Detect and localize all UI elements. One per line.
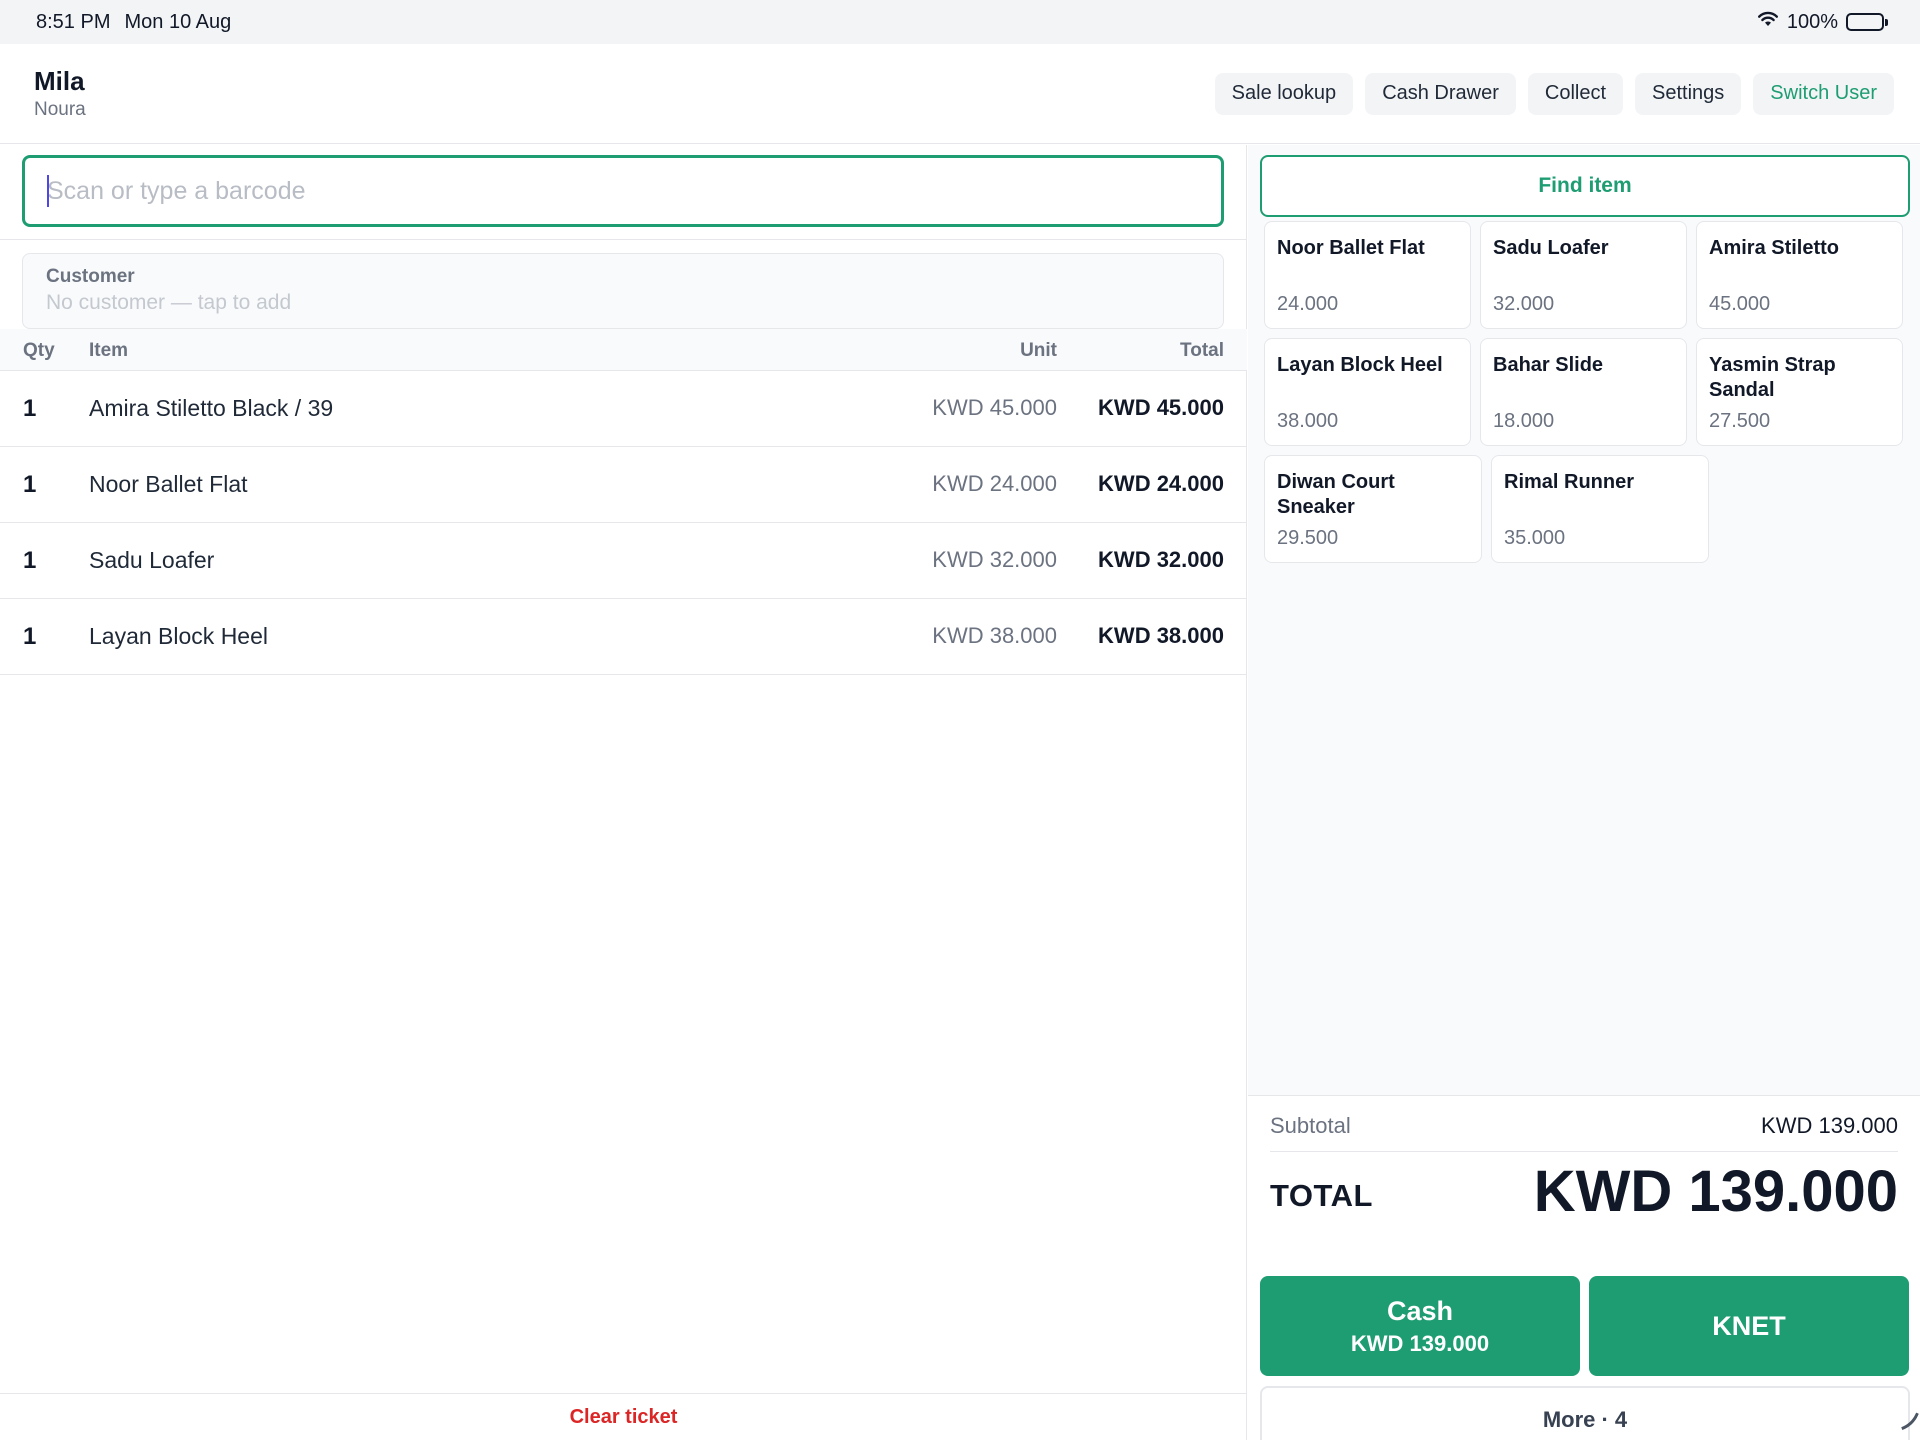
column-qty: Qty [23, 340, 55, 361]
column-unit: Unit [1020, 340, 1057, 361]
customer-value: No customer — tap to add [46, 291, 292, 314]
header-actions: Sale lookup Cash Drawer Collect Settings… [1214, 72, 1894, 115]
row-total: KWD 38.000 [1098, 623, 1224, 648]
table-row[interactable]: 1 Noor Ballet Flat KWD 24.000 KWD 24.000 [0, 447, 1247, 523]
product-tile-layan-block-heel[interactable]: Layan Block Heel 38.000 [1264, 338, 1471, 446]
product-tile-noor-ballet-flat[interactable]: Noor Ballet Flat 24.000 [1264, 221, 1471, 329]
product-tile-bahar-slide[interactable]: Bahar Slide 18.000 [1480, 338, 1687, 446]
row-qty: 1 [23, 547, 37, 574]
tile-price: 27.500 [1709, 410, 1771, 432]
collect-button[interactable]: Collect [1527, 72, 1624, 115]
ticket-panel: Customer No customer — tap to add Qty It… [0, 145, 1247, 1440]
row-qty: 1 [23, 471, 37, 498]
row-total: KWD 45.000 [1098, 395, 1224, 420]
subtotal-label: Subtotal [1270, 1113, 1351, 1138]
table-row[interactable]: 1 Layan Block Heel KWD 38.000 KWD 38.000 [0, 599, 1247, 675]
app-header: Mila Noura Sale lookup Cash Drawer Colle… [0, 44, 1920, 144]
subtotal-value: KWD 139.000 [1761, 1113, 1898, 1138]
product-tile-amira-stiletto[interactable]: Amira Stiletto 45.000 [1696, 221, 1903, 329]
tile-name: Diwan Court Sneaker [1277, 471, 1395, 518]
row-unit-price: KWD 32.000 [932, 547, 1057, 572]
battery-icon [1846, 13, 1888, 31]
switch-user-button[interactable]: Switch User [1753, 72, 1894, 115]
tile-name: Amira Stiletto [1709, 237, 1840, 259]
settings-button[interactable]: Settings [1635, 72, 1742, 115]
tile-name: Layan Block Heel [1277, 354, 1443, 376]
tile-name: Sadu Loafer [1493, 237, 1609, 259]
status-time: 8:51 PM [36, 10, 111, 33]
row-qty: 1 [23, 395, 37, 422]
ticket-rows: 1 Amira Stiletto Black / 39 KWD 45.000 K… [0, 371, 1247, 675]
tile-name: Yasmin Strap Sandal [1709, 354, 1836, 401]
subtotal-row: Subtotal KWD 139.000 [1270, 1110, 1898, 1152]
wifi-icon [1757, 10, 1779, 34]
tile-price: 35.000 [1504, 527, 1566, 549]
user-name: Mila [34, 66, 85, 96]
table-row[interactable]: 1 Sadu Loafer KWD 32.000 KWD 32.000 [0, 523, 1247, 599]
customer-field[interactable]: Customer No customer — tap to add [22, 253, 1224, 329]
product-tile-sadu-loafer[interactable]: Sadu Loafer 32.000 [1480, 221, 1687, 329]
row-unit-price: KWD 45.000 [932, 395, 1057, 420]
tile-name: Rimal Runner [1504, 471, 1635, 493]
tile-price: 24.000 [1277, 293, 1339, 315]
row-qty: 1 [23, 623, 37, 650]
ticket-table-header: Qty Item Unit Total [0, 329, 1247, 371]
tile-price: 18.000 [1493, 410, 1555, 432]
tile-price: 32.000 [1493, 293, 1555, 315]
table-row[interactable]: 1 Amira Stiletto Black / 39 KWD 45.000 K… [0, 371, 1247, 447]
text-caret [47, 175, 49, 207]
clear-ticket-bar: Clear ticket [0, 1393, 1247, 1440]
row-total: KWD 24.000 [1098, 471, 1224, 496]
clear-ticket-button[interactable]: Clear ticket [570, 1406, 678, 1429]
cash-label: Cash [1386, 1295, 1454, 1326]
catalog-panel: Find item Noor Ballet Flat 24.000 Sadu L… [1248, 145, 1920, 1440]
divider [0, 239, 1247, 240]
tile-price: 38.000 [1277, 410, 1339, 432]
row-total: KWD 32.000 [1098, 547, 1224, 572]
tile-name: Bahar Slide [1493, 354, 1604, 376]
find-item-button[interactable]: Find item [1260, 155, 1910, 217]
row-item-name: Noor Ballet Flat [89, 471, 248, 497]
total-value: KWD 139.000 [1533, 1159, 1898, 1224]
row-item-name: Amira Stiletto Black / 39 [89, 395, 334, 421]
knet-payment-button[interactable]: KNET [1589, 1276, 1909, 1376]
tile-price: 45.000 [1709, 293, 1771, 315]
customer-label: Customer [46, 266, 135, 287]
battery-percent: 100% [1786, 10, 1838, 33]
row-unit-price: KWD 38.000 [932, 623, 1057, 648]
barcode-input[interactable] [22, 155, 1224, 227]
row-item-name: Layan Block Heel [89, 623, 268, 649]
cash-payment-button[interactable]: Cash KWD 139.000 [1260, 1276, 1580, 1376]
product-tile-yasmin-strap-sandal[interactable]: Yasmin Strap Sandal 27.500 [1696, 338, 1903, 446]
user-info: Mila Noura [34, 66, 86, 121]
row-item-name: Sadu Loafer [89, 547, 215, 573]
product-tile-rimal-runner[interactable]: Rimal Runner 35.000 [1491, 455, 1709, 563]
row-unit-price: KWD 24.000 [932, 471, 1057, 496]
column-total: Total [1180, 340, 1224, 361]
tile-price: 29.500 [1277, 527, 1339, 549]
tile-name: Noor Ballet Flat [1277, 237, 1425, 259]
product-tile-diwan-court-sneaker[interactable]: Diwan Court Sneaker 29.500 [1264, 455, 1482, 563]
column-item: Item [89, 340, 129, 361]
status-bar: 8:51 PM Mon 10 Aug 100% [0, 0, 1920, 44]
totals-panel: Subtotal KWD 139.000 TOTAL KWD 139.000 C… [1248, 1095, 1920, 1440]
cash-drawer-button[interactable]: Cash Drawer [1365, 72, 1516, 115]
cash-amount: KWD 139.000 [1350, 1330, 1490, 1356]
sale-lookup-button[interactable]: Sale lookup [1214, 72, 1354, 115]
status-date: Mon 10 Aug [124, 10, 232, 33]
knet-label: KNET [1712, 1310, 1786, 1341]
more-payment-button[interactable]: More · 4 [1260, 1386, 1910, 1440]
total-label: TOTAL [1270, 1178, 1373, 1213]
user-subtitle: Noura [34, 99, 86, 120]
